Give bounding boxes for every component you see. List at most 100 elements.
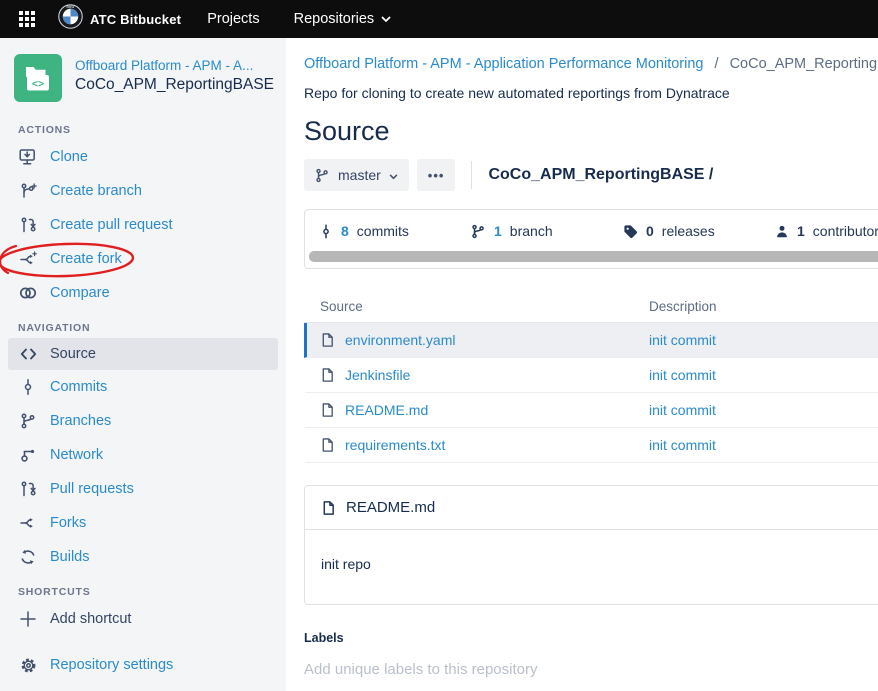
table-row-jenkinsfile[interactable]: Jenkinsfile init commit — [304, 358, 878, 393]
commit-icon — [18, 379, 38, 395]
table-row-requirements-txt[interactable]: requirements.txt init commit — [304, 428, 878, 463]
commit-message-link[interactable]: init commit — [649, 367, 878, 383]
branch-icon — [471, 224, 486, 239]
action-label: Create branch — [50, 183, 142, 199]
stat-branches[interactable]: 1 branch — [471, 223, 623, 239]
sidebar-item-branches[interactable]: Branches — [0, 404, 286, 438]
sidebar-item-network[interactable]: Network — [0, 438, 286, 472]
readme-panel: README.md init repo — [304, 485, 878, 605]
sidebar-item-pull-requests[interactable]: Pull requests — [0, 472, 286, 506]
nav-projects[interactable]: Projects — [199, 11, 267, 27]
action-clone[interactable]: Clone — [0, 140, 286, 174]
column-header-source: Source — [304, 299, 649, 314]
stat-value: 8 — [341, 223, 349, 239]
branch-icon — [315, 168, 330, 183]
code-icon — [18, 346, 38, 362]
action-label: Create pull request — [50, 217, 173, 233]
sidebar-item-forks[interactable]: Forks — [0, 506, 286, 540]
person-icon — [775, 224, 789, 239]
readme-content: init repo — [305, 530, 878, 604]
file-link[interactable]: Jenkinsfile — [345, 367, 410, 383]
repo-avatar-icon: <> — [14, 54, 62, 102]
file-table-header: Source Description — [304, 299, 878, 323]
horizontal-scrollbar[interactable] — [309, 251, 878, 262]
table-row-environment-yaml[interactable]: environment.yaml init commit — [304, 323, 878, 358]
action-label: Clone — [50, 149, 88, 165]
action-create-fork[interactable]: Create fork — [0, 242, 286, 276]
plus-icon — [18, 611, 38, 627]
nav-label: Commits — [50, 379, 107, 395]
action-create-branch[interactable]: Create branch — [0, 174, 286, 208]
sidebar-repo-name[interactable]: CoCo_APM_ReportingBASE — [75, 76, 274, 94]
repo-description: Repo for cloning to create new automated… — [304, 85, 878, 101]
stat-releases[interactable]: 0 releases — [623, 223, 775, 239]
labels-input-placeholder[interactable]: Add unique labels to this repository — [304, 661, 878, 678]
svg-text:BMW: BMW — [67, 5, 76, 9]
breadcrumb: Offboard Platform - APM - Application Pe… — [304, 56, 878, 72]
branch-icon — [18, 413, 38, 429]
top-navbar: BMW ATC Bitbucket Projects Repositories — [0, 0, 878, 38]
action-create-pull-request[interactable]: Create pull request — [0, 208, 286, 242]
file-link[interactable]: requirements.txt — [345, 437, 445, 453]
column-header-description: Description — [649, 299, 878, 314]
labels-title: Labels — [304, 631, 878, 645]
builds-refresh-icon — [18, 549, 38, 565]
action-label: Create fork — [50, 251, 122, 267]
sidebar-item-commits[interactable]: Commits — [0, 370, 286, 404]
nav-label: Source — [50, 346, 96, 362]
repository-settings-button[interactable]: Repository settings — [0, 648, 286, 682]
pull-request-icon — [18, 481, 38, 497]
nav-label: Forks — [50, 515, 86, 531]
fork-icon — [18, 251, 38, 267]
readme-title: README.md — [346, 499, 435, 516]
commit-message-link[interactable]: init commit — [649, 437, 878, 453]
repo-header: <> Offboard Platform - APM - A... CoCo_A… — [0, 38, 286, 112]
stat-label: releases — [662, 223, 715, 239]
compare-icon — [18, 285, 38, 301]
add-shortcut-button[interactable]: Add shortcut — [0, 602, 286, 636]
current-path: CoCo_APM_ReportingBASE / — [488, 166, 713, 184]
file-table: Source Description environment.yaml init… — [304, 299, 878, 463]
commit-message-link[interactable]: init commit — [649, 402, 878, 418]
stat-value: 0 — [646, 223, 654, 239]
stat-label: contributor — [813, 223, 878, 239]
file-link[interactable]: README.md — [345, 402, 428, 418]
file-icon — [320, 437, 335, 453]
home-brand[interactable]: BMW ATC Bitbucket — [58, 4, 181, 34]
breadcrumb-project-link[interactable]: Offboard Platform - APM - Application Pe… — [304, 56, 703, 72]
tag-icon — [623, 224, 638, 239]
file-link[interactable]: environment.yaml — [345, 332, 456, 348]
sidebar: <> Offboard Platform - APM - A... CoCo_A… — [0, 38, 286, 691]
nav-repositories[interactable]: Repositories — [286, 11, 400, 27]
sidebar-item-source[interactable]: Source — [8, 338, 278, 370]
commit-message-link[interactable]: init commit — [649, 332, 878, 348]
stat-contributors[interactable]: 1 contributor — [775, 223, 878, 239]
bmw-logo-icon: BMW — [58, 4, 83, 34]
branch-selector-button[interactable]: master — [304, 159, 409, 191]
nav-label: Network — [50, 447, 103, 463]
table-row-readme-md[interactable]: README.md init commit — [304, 393, 878, 428]
fork-icon — [18, 515, 38, 531]
file-icon — [320, 367, 335, 383]
action-compare[interactable]: Compare — [0, 276, 286, 310]
toolbar-divider — [471, 161, 472, 189]
nav-label: Pull requests — [50, 481, 134, 497]
commit-icon — [319, 224, 333, 239]
file-icon — [320, 332, 335, 348]
sidebar-item-builds[interactable]: Builds — [0, 540, 286, 574]
chevron-down-icon — [389, 167, 398, 183]
labels-section: Labels Add unique labels to this reposit… — [304, 631, 878, 678]
app-switcher-grid-icon[interactable] — [14, 6, 40, 32]
breadcrumb-repo: CoCo_APM_ReportingBASE — [730, 56, 878, 72]
stat-value: 1 — [494, 223, 502, 239]
stat-label: branch — [510, 223, 553, 239]
svg-text:<>: <> — [32, 78, 44, 90]
more-actions-button[interactable]: ••• — [417, 159, 456, 191]
app-title: ATC Bitbucket — [90, 12, 181, 27]
sidebar-project-link[interactable]: Offboard Platform - APM - A... — [75, 58, 271, 73]
breadcrumb-separator: / — [715, 56, 719, 72]
page-title: Source — [304, 116, 878, 147]
stat-value: 1 — [797, 223, 805, 239]
stat-commits[interactable]: 8 commits — [319, 223, 471, 239]
chevron-down-icon — [381, 11, 391, 27]
